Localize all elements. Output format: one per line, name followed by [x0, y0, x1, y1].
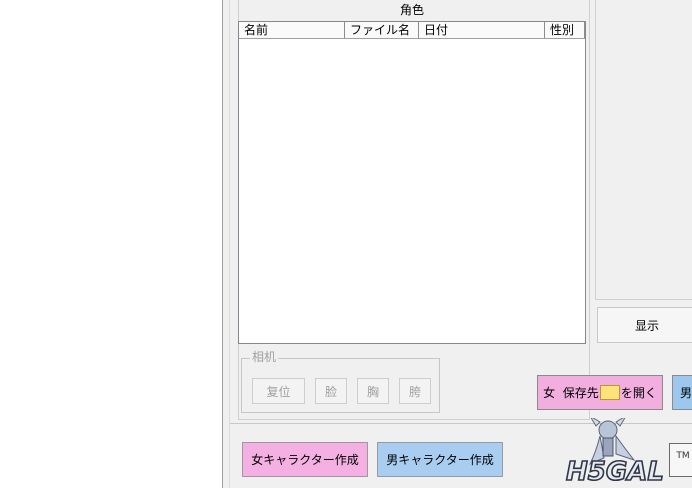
column-header-date[interactable]: 日付 — [419, 22, 545, 38]
show-button[interactable]: 显示 — [597, 307, 692, 343]
tm-badge: TM — [669, 443, 692, 477]
male-open-save-folder-button[interactable]: 男 — [672, 375, 692, 410]
female-open-suffix: を開く — [620, 386, 657, 400]
character-list[interactable]: 名前 ファイル名 日付 性別 — [238, 21, 586, 344]
camera-legend: 相机 — [250, 350, 279, 364]
female-open-prefix: 女 保存先 — [543, 386, 599, 400]
logo-text: H5GAL — [566, 457, 664, 487]
column-header-filename[interactable]: ファイル名 — [345, 22, 419, 38]
left-blank-area — [0, 0, 222, 488]
folder-icon — [599, 385, 620, 400]
list-header: 名前 ファイル名 日付 性別 — [239, 22, 585, 39]
male-open-prefix: 男 — [680, 386, 692, 400]
create-male-character-button[interactable]: 男キャラクター作成 — [377, 442, 503, 477]
column-header-gender[interactable]: 性別 — [545, 22, 585, 38]
create-female-character-button[interactable]: 女キャラクター作成 — [242, 442, 368, 477]
window-border — [222, 0, 230, 488]
column-header-name[interactable]: 名前 — [239, 22, 345, 38]
camera-face-button[interactable]: 脸 — [315, 378, 347, 404]
camera-reset-button[interactable]: 复位 — [252, 378, 305, 404]
list-title: 角色 — [399, 3, 424, 17]
camera-chest-button[interactable]: 胸 — [357, 378, 389, 404]
female-open-save-folder-button[interactable]: 女 保存先 を開く — [537, 375, 663, 410]
camera-hip-button[interactable]: 胯 — [399, 378, 431, 404]
preview-area — [595, 0, 692, 300]
